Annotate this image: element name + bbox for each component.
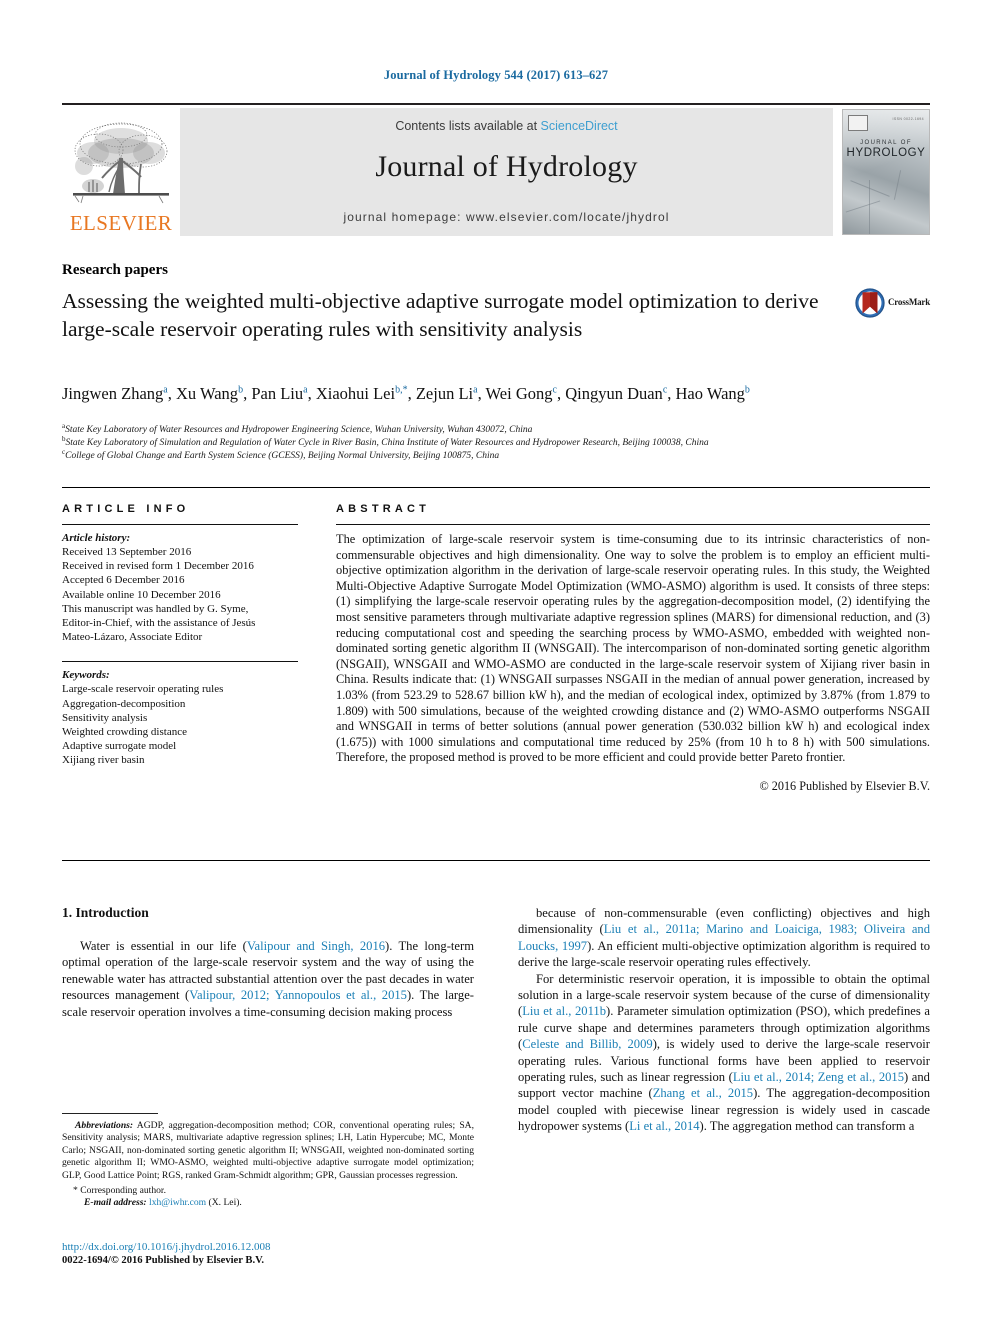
affiliation-list: aState Key Laboratory of Water Resources…	[62, 422, 942, 464]
keyword-item: Large-scale reservoir operating rules	[62, 683, 224, 696]
journal-cover-thumbnail[interactable]: ISSN 0022-1694 JOURNAL OF HYDROLOGY	[842, 108, 930, 236]
issn-copyright-line: 0022-1694/© 2016 Published by Elsevier B…	[62, 1255, 265, 1266]
article-history-line: Received 13 September 2016	[62, 546, 192, 558]
abstract-heading: ABSTRACT	[336, 503, 431, 515]
article-history-line: Accepted 6 December 2016	[62, 574, 185, 587]
article-info-rule	[62, 524, 298, 525]
cover-publisher-mark	[848, 115, 868, 131]
article-history-line: This manuscript was handled by G. Syme,	[62, 602, 249, 615]
affiliation-text: State Key Laboratory of Simulation and R…	[65, 438, 709, 449]
abstract-copyright: © 2016 Published by Elsevier B.V.	[759, 778, 930, 793]
elsevier-logo: ELSEVIER	[62, 108, 180, 236]
body-column-left: 1. Introduction Water is essential in ou…	[62, 905, 474, 1020]
abstract-text: The optimization of large-scale reservoi…	[336, 532, 930, 765]
journal-title: Journal of Hydrology	[375, 150, 638, 183]
keyword-item: Sensitivity analysis	[62, 711, 148, 724]
contents-available-line: Contents lists available at ScienceDirec…	[180, 119, 833, 133]
article-section-label: Research papers	[62, 262, 168, 278]
running-head-citation: Journal of Hydrology 544 (2017) 613–627	[383, 68, 609, 82]
cover-image: ISSN 0022-1694 JOURNAL OF HYDROLOGY	[842, 109, 930, 235]
abstract-column: ABSTRACT The optimization of large-scale…	[336, 503, 930, 794]
introduction-heading: 1. Introduction	[62, 905, 149, 920]
affiliation-item: aState Key Laboratory of Water Resources…	[62, 422, 942, 437]
intro-paragraph: For deterministic reservoir operation, i…	[518, 971, 931, 1134]
journal-masthead: ELSEVIER Contents lists available at Sci…	[62, 103, 930, 236]
page-title: Assessing the weighted multi-objective a…	[62, 289, 819, 341]
cover-title-line2: HYDROLOGY	[846, 147, 926, 159]
crossmark-icon	[855, 288, 885, 318]
body-column-right: because of non-commensurable (even confl…	[518, 905, 930, 1135]
article-history-line: Editor-in-Chief, with the assistance of …	[62, 617, 256, 630]
abbreviations-label: Abbreviations:	[75, 1120, 134, 1131]
cover-title-line1: JOURNAL OF	[860, 140, 912, 146]
email-owner: (X. Lei).	[208, 1197, 242, 1209]
journal-homepage-link[interactable]: journal homepage: www.elsevier.com/locat…	[180, 210, 833, 224]
keyword-item: Xijiang river basin	[62, 754, 145, 767]
keyword-item: Adaptive surrogate model	[62, 740, 177, 753]
info-block-bottom-rule	[62, 860, 930, 861]
keywords-rule	[62, 661, 298, 663]
crossmark-badge[interactable]: CrossMark	[855, 288, 937, 324]
abstract-rule	[336, 524, 930, 525]
email-note: E-mail address: lxh@iwhr.com (X. Lei).	[62, 1197, 474, 1209]
affiliation-item: bState Key Laboratory of Simulation and …	[62, 436, 942, 450]
article-first-page: Journal of Hydrology 544 (2017) 613–627	[0, 0, 992, 1323]
elsevier-wordmark: ELSEVIER	[69, 211, 173, 235]
article-history-line: Available online 10 December 2016	[62, 588, 221, 601]
affiliation-text: State Key Laboratory of Water Resources …	[65, 425, 533, 435]
affiliation-item: cCollege of Global Change and Earth Syst…	[62, 449, 942, 463]
footnote-separator-rule	[62, 1113, 158, 1114]
intro-paragraph: because of non-commensurable (even confl…	[518, 906, 931, 970]
elsevier-tree-icon	[73, 122, 169, 204]
doi-block: http://dx.doi.org/10.1016/j.jhydrol.2016…	[62, 1240, 482, 1268]
cover-issn-code: ISSN 0022-1694	[892, 117, 924, 121]
article-history-label: Article history:	[62, 532, 131, 544]
article-history-line: Mateo-Lázaro, Associate Editor	[62, 631, 203, 644]
intro-paragraph: Water is essential in our life (Valipour…	[62, 939, 474, 1019]
contents-prefix-text: Contents lists available at	[395, 119, 541, 133]
sciencedirect-link[interactable]: ScienceDirect	[541, 119, 618, 133]
affiliation-text: College of Global Change and Earth Syste…	[65, 451, 500, 462]
author-list: Jingwen Zhanga, Xu Wangb, Pan Liua, Xiao…	[62, 384, 750, 403]
abbreviations-note: Abbreviations: AGDP, aggregation-decompo…	[62, 1120, 474, 1182]
crossmark-label: CrossMark	[888, 297, 931, 307]
footnote-block: Abbreviations: AGDP, aggregation-decompo…	[62, 1120, 474, 1210]
article-history-line: Received in revised form 1 December 2016	[62, 560, 254, 573]
email-link[interactable]: lxh@iwhr.com	[149, 1197, 206, 1208]
email-label: E-mail address:	[84, 1197, 147, 1209]
corresponding-author-note: * Corresponding author.	[73, 1185, 166, 1197]
keywords-label: Keywords:	[62, 669, 110, 682]
doi-link[interactable]: http://dx.doi.org/10.1016/j.jhydrol.2016…	[62, 1240, 482, 1254]
article-info-heading: ARTICLE INFO	[62, 503, 190, 515]
keyword-item: Aggregation-decomposition	[62, 697, 186, 710]
masthead-grey-panel: Contents lists available at ScienceDirec…	[180, 108, 833, 236]
keyword-item: Weighted crowding distance	[62, 726, 187, 739]
article-info-column: ARTICLE INFO Article history: Received 1…	[62, 503, 298, 768]
info-block-top-rule	[62, 487, 930, 488]
